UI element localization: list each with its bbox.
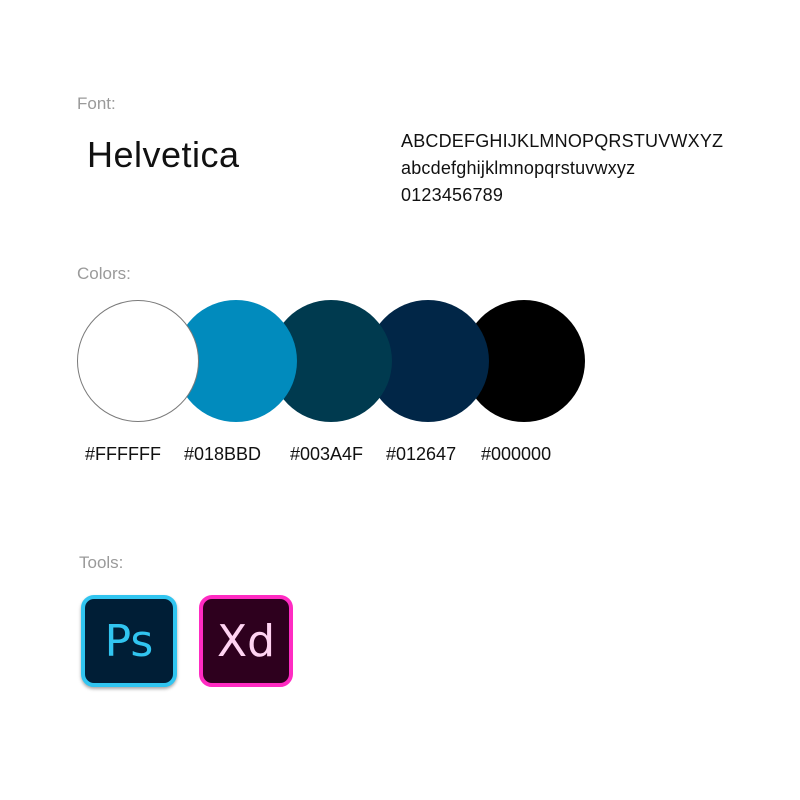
color-hex-label: #000000 (481, 444, 552, 464)
font-specimen-uppercase: ABCDEFGHIJKLMNOPQRSTUVWXYZ (401, 131, 724, 151)
color-hex-label: #003A4F (290, 444, 364, 464)
photoshop-icon-text: Ps (104, 615, 154, 667)
color-swatch-white (77, 300, 199, 422)
color-hex-label: #FFFFFF (85, 444, 161, 464)
color-hex-label: #012647 (386, 444, 457, 464)
colors-section-label: Colors: (77, 264, 131, 283)
font-specimen-lowercase: abcdefghijklmnopqrstuvwxyz (401, 158, 636, 178)
font-name: Helvetica (87, 134, 240, 175)
font-specimen-digits: 0123456789 (401, 185, 504, 205)
tools-section-label: Tools: (79, 553, 124, 572)
color-hex-label: #018BBD (184, 444, 262, 464)
font-section-label: Font: (77, 94, 116, 113)
photoshop-icon: Ps (81, 595, 177, 687)
xd-icon: Xd (199, 595, 293, 687)
xd-icon-text: Xd (216, 615, 276, 667)
